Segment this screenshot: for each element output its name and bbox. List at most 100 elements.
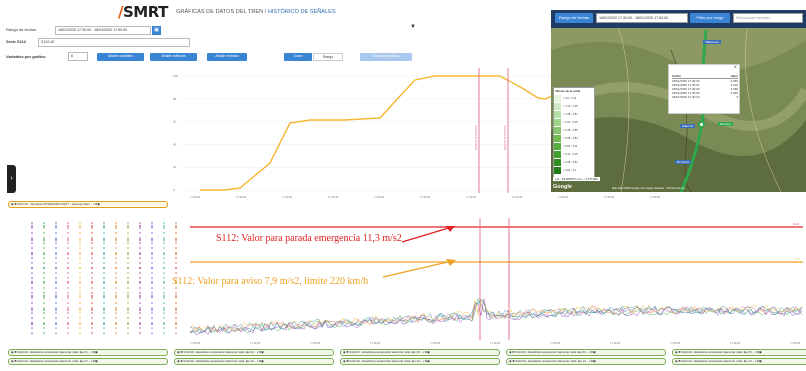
- legend-chip[interactable]: ◉ ✖ S112-00 - Estadístico aceleración la…: [174, 358, 334, 365]
- x-tick-label: 17:46:00: [670, 341, 681, 345]
- map-place-label-4: El Carpio: [675, 160, 692, 164]
- legend-chip[interactable]: ◉ ✖ S112-00 - Estadístico aceleración la…: [506, 349, 666, 356]
- legend-column-dot: [151, 267, 153, 269]
- x-tick-label: 17:50:00: [650, 195, 661, 198]
- signal-legend-label: < 2.83 - 3.11: [563, 144, 578, 148]
- map-place-label-3: Montoro: [718, 122, 734, 126]
- y-tick-label: 20: [173, 165, 177, 169]
- zoom-button[interactable]: Zoom: [284, 53, 312, 61]
- map-range-input[interactable]: 18/01/2020 17:30:00 - 18/01/2020 17:50:0…: [596, 13, 688, 23]
- legend-column-dot: [43, 239, 45, 241]
- legend-column-dot: [139, 309, 141, 311]
- series-select[interactable]: S112-00: [38, 38, 190, 47]
- legend-chip[interactable]: ◉ ✖ S112-00 - Estadístico aceleración la…: [8, 358, 168, 365]
- add-variables-button[interactable]: Añadir variables: [97, 53, 144, 61]
- range-button[interactable]: Rango: [313, 53, 343, 61]
- signal-legend-label: < 3.61 - 4.1: [563, 168, 577, 172]
- signal-legend-label: < 1.45 - 1.97: [563, 112, 578, 116]
- legend-column-dot: [163, 267, 165, 269]
- map-range-button[interactable]: Rango de fechas: [555, 13, 593, 23]
- x-tick-label: 17:34:00: [282, 195, 293, 198]
- speed-legend-chip[interactable]: ◉ ✖ S112-00 - Velocidad (STREAMING MQTT …: [8, 201, 168, 208]
- legend-column-dot: [103, 225, 105, 227]
- legend-column-dot: [115, 253, 117, 255]
- x-tick-label: 17:44:00: [512, 195, 523, 198]
- x-tick-label: 17:42:00: [466, 195, 477, 198]
- acceleration-series-line: [189, 298, 803, 336]
- legend-column-dot: [115, 267, 117, 269]
- legend-column-dot: [163, 253, 165, 255]
- legend-chip[interactable]: ◉ ✖ S112-00 - Estadístico aceleración la…: [8, 349, 168, 356]
- legend-column-dot: [43, 267, 45, 269]
- signal-legend-label: < 3.11 - 3.35: [563, 152, 578, 156]
- x-tick-label: 17:40:00: [420, 195, 431, 198]
- legend-chip-label: ◉ ✖ S112-00 - Estadístico aceleración la…: [343, 350, 430, 354]
- acceleration-legend-columns: [31, 222, 177, 336]
- legend-column-dot: [139, 281, 141, 283]
- legend-column-dot: [31, 267, 33, 269]
- y-tick-label: 100: [173, 74, 178, 78]
- sidebar-toggle[interactable]: ›: [7, 165, 16, 193]
- warning-threshold-value: 7,9: [795, 257, 800, 261]
- legend-column-dot: [55, 295, 57, 297]
- legend-column-dot: [127, 323, 129, 325]
- warning-annotation: S112: Valor para aviso 7,9 m/s2, límite …: [172, 276, 369, 287]
- add-events-button[interactable]: Añadir eventos: [207, 53, 247, 61]
- legend-column-dot: [175, 323, 177, 325]
- map-filter-button[interactable]: Filtro por rango: [690, 13, 730, 23]
- legend-chip[interactable]: ◉ ✖ S112-00 - Estadístico aceleración la…: [340, 349, 500, 356]
- legend-column-dot: [103, 253, 105, 255]
- event-marker-label-2: 18:00:15 18:00:00:00: [504, 125, 507, 150]
- legend-chip[interactable]: ◉ ✖ S112-00 - Estadístico aceleración la…: [672, 349, 806, 356]
- map-variables-select[interactable]: Seleccionar variables: [733, 13, 803, 23]
- legend-column-dot: [127, 309, 129, 311]
- legend-chip-label: ◉ ✖ S112-00 - Estadístico aceleración la…: [509, 350, 596, 354]
- date-range-input[interactable]: 18/01/2020 17:30:00 - 18/01/2020 17:50:0…: [55, 26, 151, 35]
- page-title-sub[interactable]: HISTÓRICO DE SEÑALES: [268, 9, 336, 15]
- legend-column-dot: [115, 239, 117, 241]
- signal-legend-item: < 1.97 - 2.35: [554, 118, 594, 126]
- legend-column-dot: [115, 295, 117, 297]
- legend-column-dot: [91, 309, 93, 311]
- x-tick-label: 17:36:00: [370, 341, 381, 345]
- page-title: GRÁFICAS DE DATOS DEL TREN / HISTÓRICO D…: [176, 9, 336, 15]
- signal-legend-swatch: [554, 126, 561, 134]
- signal-legend-item: < 2.83 - 3.11: [554, 142, 594, 150]
- filter-icon[interactable]: ▼: [410, 24, 416, 30]
- legend-column-dot: [175, 253, 177, 255]
- legend-column-dot: [79, 295, 81, 297]
- map-footer: Map data ©2020 Google, Inst. Geogr. Naci…: [612, 187, 685, 190]
- popup-close-icon[interactable]: ×: [733, 65, 737, 71]
- legend-chip[interactable]: ◉ ✖ S112-00 - Estadístico aceleración la…: [340, 358, 500, 365]
- popup-header-value: Valor: [730, 74, 738, 78]
- legend-chip-label: ◉ ✖ S112-00 - Estadístico aceleración la…: [177, 359, 264, 363]
- speed-chart-y-ticks: 100 80 60 40 20 0: [173, 74, 178, 192]
- legend-column-dot: [103, 267, 105, 269]
- signal-legend-label: < 1.13 - 1.45: [563, 104, 578, 108]
- legend-column-dot: [91, 295, 93, 297]
- legend-column-dot: [115, 281, 117, 283]
- legend-column-dot: [91, 253, 93, 255]
- legend-chip-label: ◉ ✖ S112-00 - Estadístico aceleración la…: [509, 359, 596, 363]
- add-metrics-button[interactable]: Añadir métricas: [150, 53, 197, 61]
- calendar-icon[interactable]: ▣: [152, 26, 161, 35]
- legend-row-1: ◉ ✖ S112-00 - Estadístico aceleración la…: [8, 349, 806, 357]
- legend-chip[interactable]: ◉ ✖ S112-00 - Estadístico aceleración la…: [506, 358, 666, 365]
- legend-column-dot: [55, 239, 57, 241]
- legend-chip-label: ◉ ✖ S112-00 - Estadístico aceleración la…: [675, 359, 762, 363]
- legend-column-dot: [151, 295, 153, 297]
- legend-column-dot: [175, 239, 177, 241]
- legend-column-dot: [139, 253, 141, 255]
- export-charts-button[interactable]: Exportar gráficas: [360, 53, 412, 61]
- variables-stepper[interactable]: 6: [68, 52, 88, 61]
- signal-legend-swatch: [554, 142, 561, 150]
- legend-column-dot: [127, 225, 129, 227]
- legend-chip[interactable]: ◉ ✖ S112-00 - Estadístico aceleración la…: [174, 349, 334, 356]
- signal-legend-swatch: [554, 166, 561, 174]
- legend-column-dot: [151, 253, 153, 255]
- legend-chip[interactable]: ◉ ✖ S112-00 - Estadístico aceleración la…: [672, 358, 806, 365]
- y-tick-label: 60: [173, 120, 177, 124]
- popup-cell: 3: [736, 95, 738, 99]
- legend-column-dot: [79, 309, 81, 311]
- map-position-marker[interactable]: [698, 121, 705, 128]
